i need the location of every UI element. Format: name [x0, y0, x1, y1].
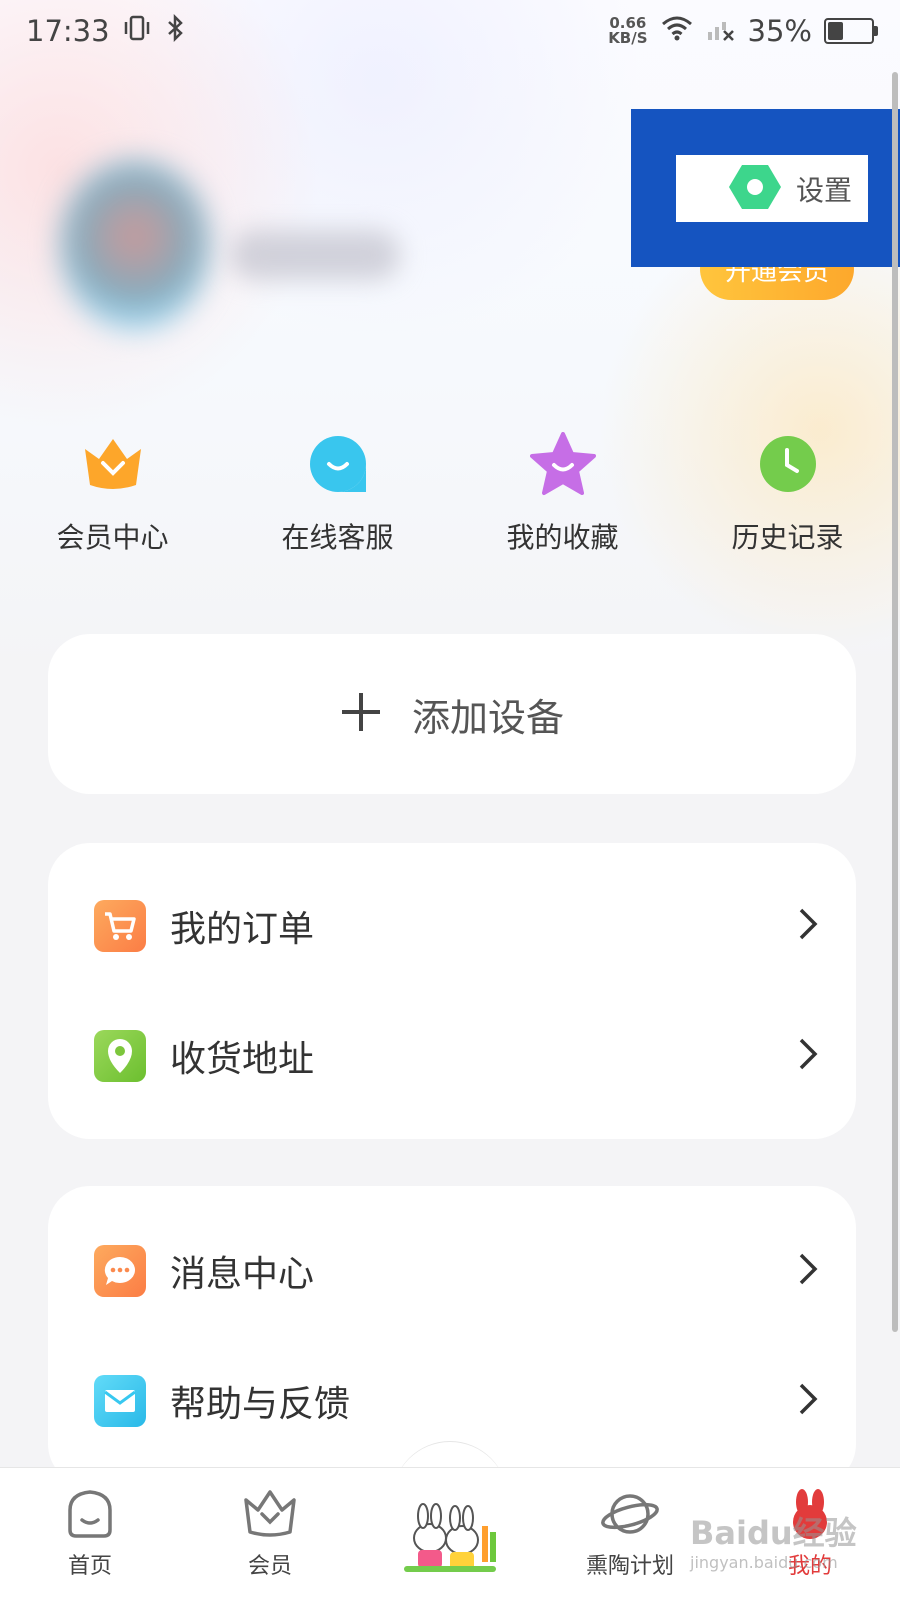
nav-label: 熏陶计划	[585, 1554, 674, 1579]
chevron-right-icon	[798, 907, 818, 945]
nav-member[interactable]: 会员	[180, 1468, 360, 1601]
chevron-right-icon	[798, 1037, 818, 1075]
planet-icon	[600, 1488, 660, 1544]
settings-hexagon-icon	[728, 162, 782, 216]
avatar[interactable]	[60, 160, 210, 330]
menu-item-my-orders[interactable]: 我的订单	[48, 861, 856, 991]
nav-label: 首页	[67, 1554, 112, 1579]
quick-action-label: 我的收藏	[506, 521, 619, 554]
cart-icon	[94, 900, 146, 952]
user-name[interactable]	[230, 230, 400, 280]
battery-percent: 35%	[747, 14, 812, 48]
scrollbar[interactable]	[892, 72, 898, 1332]
quick-action-favorites[interactable]: 我的收藏	[450, 430, 675, 560]
menu-item-label: 收货地址	[170, 1039, 315, 1080]
chat-smile-icon	[304, 430, 372, 498]
menu-item-shipping-address[interactable]: 收货地址	[48, 991, 856, 1121]
crown-icon	[79, 430, 147, 498]
bunny-mascot-icon	[390, 1488, 510, 1582]
quick-action-label: 会员中心	[56, 521, 169, 554]
chevron-right-icon	[798, 1382, 818, 1420]
network-speed-unit: KB/S	[608, 29, 648, 47]
settings-button[interactable]: 设置	[676, 155, 868, 222]
menu-group-orders: 我的订单 收货地址	[48, 843, 856, 1139]
add-device-button[interactable]: 添加设备	[48, 634, 856, 794]
quick-action-online-service[interactable]: 在线客服	[225, 430, 450, 560]
add-device-label: 添加设备	[411, 695, 564, 740]
watermark-url: jingyan.baidu.com	[690, 1553, 838, 1572]
menu-item-message-center[interactable]: 消息中心	[48, 1206, 856, 1336]
star-icon	[529, 430, 597, 498]
quick-actions: 会员中心 在线客服 我的收藏 历史记录	[0, 430, 900, 560]
status-bar: 17:33 0.66 KB/S 35%	[0, 0, 900, 62]
status-time: 17:33	[26, 14, 110, 48]
message-bubble-icon	[94, 1245, 146, 1297]
vibrate-icon	[122, 14, 152, 49]
network-speed: 0.66 KB/S	[608, 16, 647, 46]
nav-home[interactable]: 首页	[0, 1468, 180, 1601]
battery-level-fill	[828, 22, 843, 40]
crown-outline-icon	[240, 1488, 300, 1544]
bluetooth-icon	[164, 13, 186, 49]
plus-icon	[340, 691, 382, 737]
header-background	[0, 0, 900, 680]
mail-icon	[94, 1375, 146, 1427]
signal-off-icon	[706, 14, 736, 49]
quick-action-history[interactable]: 历史记录	[675, 430, 900, 560]
clock-icon	[754, 430, 822, 498]
nav-label: 会员	[247, 1554, 292, 1579]
home-icon	[62, 1488, 118, 1544]
watermark-logo: Baidu经验	[690, 1514, 857, 1552]
chevron-right-icon	[798, 1252, 818, 1290]
menu-item-label: 帮助与反馈	[170, 1384, 351, 1425]
quick-action-vip-center[interactable]: 会员中心	[0, 430, 225, 560]
battery-icon	[824, 18, 878, 44]
menu-item-label: 消息中心	[170, 1254, 315, 1295]
quick-action-label: 在线客服	[281, 521, 394, 554]
wifi-icon	[660, 14, 694, 49]
nav-center-mascot[interactable]	[360, 1468, 540, 1601]
settings-label: 设置	[795, 173, 852, 207]
quick-action-label: 历史记录	[731, 521, 844, 554]
location-pin-icon	[94, 1030, 146, 1082]
menu-item-label: 我的订单	[170, 909, 315, 950]
